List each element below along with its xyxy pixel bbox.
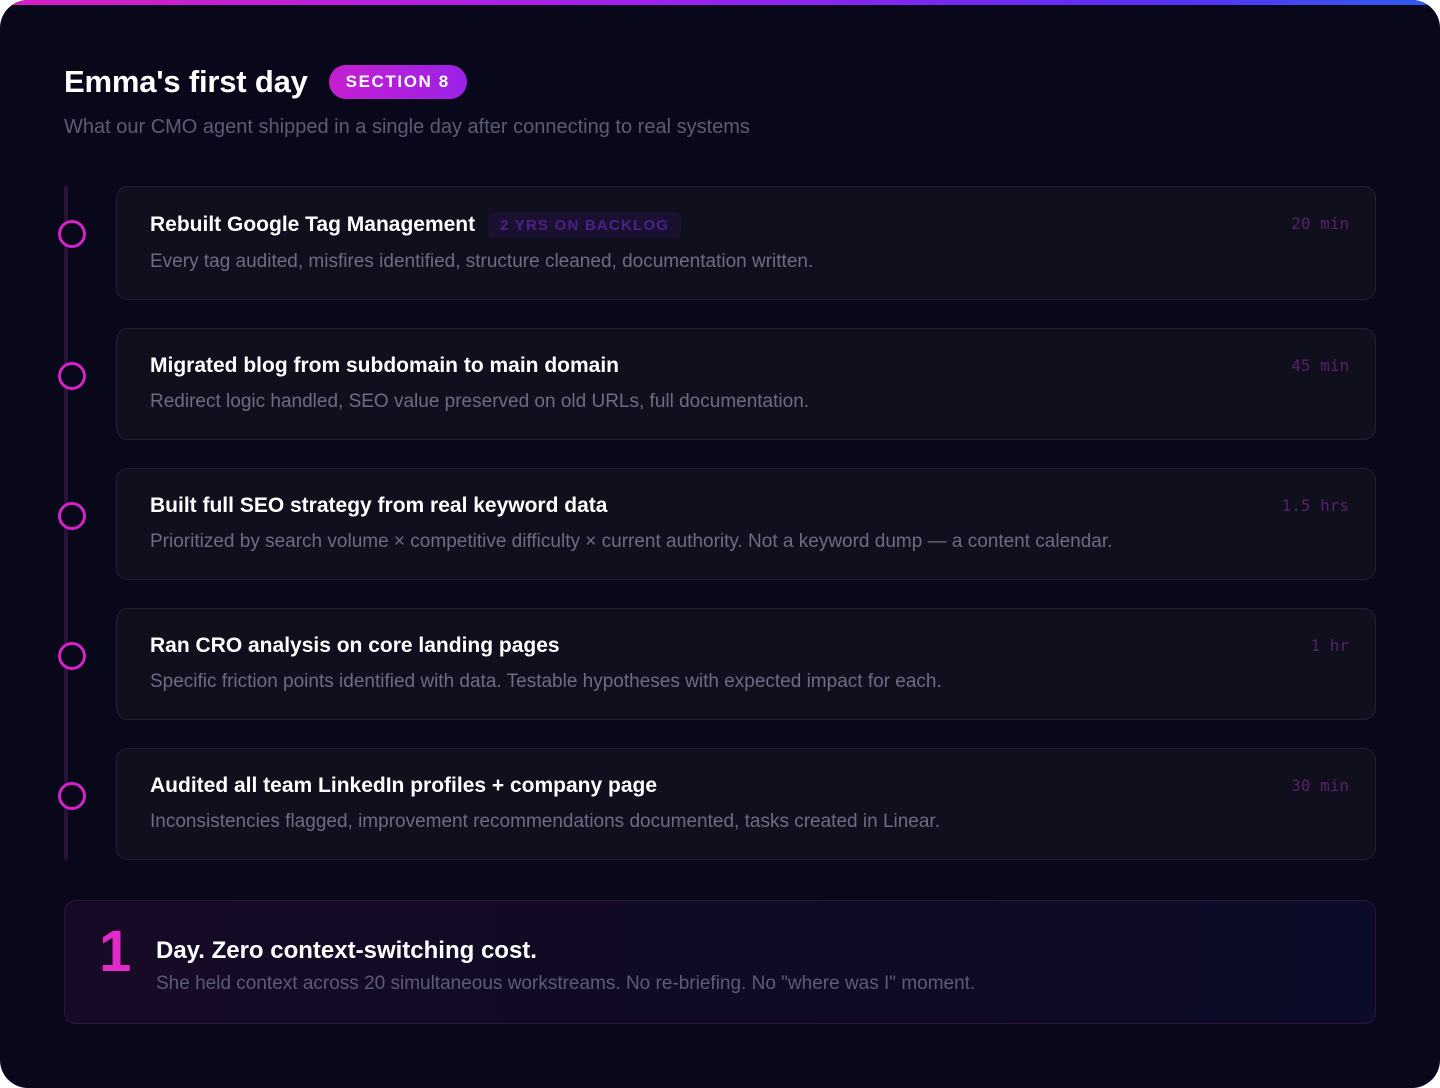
card-title-row: Audited all team LinkedIn profiles + com… xyxy=(150,774,657,798)
card-description: Prioritized by search volume × competiti… xyxy=(150,531,1113,552)
card-title-row: Built full SEO strategy from real keywor… xyxy=(150,494,607,518)
title-row: Emma's first day SECTION 8 xyxy=(64,64,750,100)
timeline-card: Audited all team LinkedIn profiles + com… xyxy=(116,748,1376,860)
page-subtitle: What our CMO agent shipped in a single d… xyxy=(64,116,750,138)
card-title-row: Ran CRO analysis on core landing pages xyxy=(150,634,560,658)
backlog-badge: 2 YRS ON BACKLOG xyxy=(488,212,682,238)
card-title: Built full SEO strategy from real keywor… xyxy=(150,494,608,517)
summary-number: 1 xyxy=(99,919,132,984)
card-duration: 20 min xyxy=(1291,214,1349,233)
timeline-node-icon xyxy=(58,502,86,530)
timeline-node-icon xyxy=(58,782,86,810)
summary-title: Day. Zero context-switching cost. xyxy=(156,937,537,964)
content-frame: Emma's first day SECTION 8 What our CMO … xyxy=(0,0,1440,1088)
card-description: Every tag audited, misfires identified, … xyxy=(150,251,814,272)
card-description: Inconsistencies flagged, improvement rec… xyxy=(150,811,940,832)
card-description: Redirect logic handled, SEO value preser… xyxy=(150,391,810,412)
card-duration: 1.5 hrs xyxy=(1281,496,1349,515)
timeline-card: Ran CRO analysis on core landing pages S… xyxy=(116,608,1376,720)
summary-description: She held context across 20 simultaneous … xyxy=(156,973,976,994)
timeline-card: Migrated blog from subdomain to main dom… xyxy=(116,328,1376,440)
gradient-top-bar xyxy=(0,0,1440,5)
card-duration: 45 min xyxy=(1291,356,1349,375)
card-title-row: Rebuilt Google Tag Management 2 YRS ON B… xyxy=(150,212,682,238)
timeline-card: Rebuilt Google Tag Management 2 YRS ON B… xyxy=(116,186,1376,300)
timeline-node-icon xyxy=(58,220,86,248)
card-title: Audited all team LinkedIn profiles + com… xyxy=(150,774,658,797)
timeline-node-icon xyxy=(58,642,86,670)
card-duration: 1 hr xyxy=(1310,636,1349,655)
header: Emma's first day SECTION 8 What our CMO … xyxy=(64,64,750,139)
timeline-node-icon xyxy=(58,362,86,390)
card-title: Rebuilt Google Tag Management xyxy=(150,213,476,236)
card-title: Migrated blog from subdomain to main dom… xyxy=(150,354,620,377)
card-duration: 30 min xyxy=(1291,776,1349,795)
timeline-card: Built full SEO strategy from real keywor… xyxy=(116,468,1376,580)
card-description: Specific friction points identified with… xyxy=(150,671,942,692)
page-title: Emma's first day xyxy=(64,64,308,99)
card-title: Ran CRO analysis on core landing pages xyxy=(150,634,560,657)
section-badge: SECTION 8 xyxy=(328,65,467,99)
summary-callout: 1 Day. Zero context-switching cost. She … xyxy=(64,900,1376,1024)
card-title-row: Migrated blog from subdomain to main dom… xyxy=(150,354,619,378)
